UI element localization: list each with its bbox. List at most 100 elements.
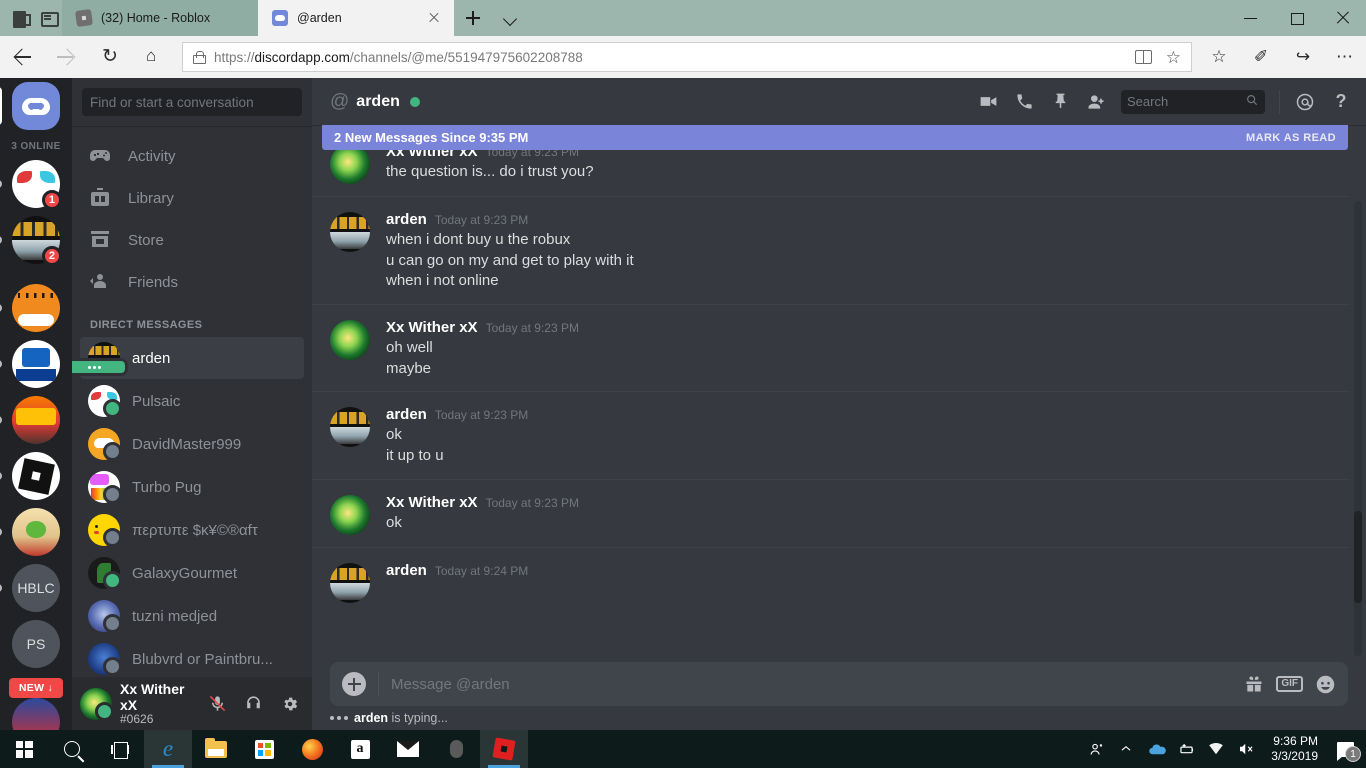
dm-item-pulsaic[interactable]: Pulsaic: [80, 380, 304, 422]
message-author[interactable]: Xx Wither xX: [386, 319, 478, 336]
web-notes-icon[interactable]: ✐: [1240, 36, 1282, 78]
sidebar-item-store[interactable]: Store: [80, 219, 304, 261]
show-hidden-icons-icon[interactable]: [1111, 730, 1141, 768]
favorites-hub-icon[interactable]: ☆: [1198, 36, 1240, 78]
close-window-button[interactable]: [1320, 0, 1366, 36]
reading-view-icon[interactable]: [1134, 50, 1152, 64]
search-button[interactable]: [48, 730, 96, 768]
message-scrollbar[interactable]: [1354, 201, 1362, 656]
onedrive-icon[interactable]: [1141, 730, 1171, 768]
home-button[interactable]: ⌂: [132, 36, 176, 78]
tab-discord[interactable]: @arden: [258, 0, 454, 36]
rail-server-hblc[interactable]: HBLC: [0, 564, 60, 612]
gift-icon[interactable]: [1244, 674, 1264, 694]
address-bar[interactable]: https://discordapp.com/channels/@me/5519…: [182, 42, 1192, 72]
roblox-taskbar-button[interactable]: [480, 730, 528, 768]
wifi-icon[interactable]: [1201, 730, 1231, 768]
plus-icon[interactable]: [342, 672, 366, 696]
gif-button[interactable]: GIF: [1276, 676, 1303, 692]
user-panel: Xx Wither xX #0626: [72, 677, 312, 730]
typing-text: arden is typing...: [354, 711, 448, 725]
firefox-taskbar-button[interactable]: [288, 730, 336, 768]
amazon-taskbar-button[interactable]: a: [336, 730, 384, 768]
action-center-button[interactable]: 1: [1328, 730, 1362, 768]
rail-server-battle-legion[interactable]: [0, 396, 60, 444]
rail-server-ps[interactable]: PS: [12, 620, 60, 668]
sidebar-item-activity[interactable]: Activity: [80, 135, 304, 177]
favorite-star-icon[interactable]: ☆: [1166, 49, 1181, 66]
help-icon[interactable]: ?: [1326, 87, 1356, 117]
maximize-button[interactable]: [1274, 0, 1320, 36]
message-composer[interactable]: Message @arden GIF: [330, 662, 1348, 706]
lock-icon: [193, 50, 206, 64]
message-header: Xx Wither xX Today at 9:23 PM: [386, 494, 1332, 511]
avatar[interactable]: [80, 687, 114, 721]
mail-taskbar-button[interactable]: [384, 730, 432, 768]
headphones-icon[interactable]: [240, 688, 268, 720]
refresh-button[interactable]: ↻: [88, 36, 132, 78]
sidebar-item-library[interactable]: Library: [80, 177, 304, 219]
sidebar-item-friends[interactable]: Friends: [80, 261, 304, 303]
dm-item-arden[interactable]: arden: [72, 337, 304, 379]
dm-search-wrapper: Find or start a conversation: [72, 78, 312, 126]
new-messages-bar[interactable]: 2 New Messages Since 9:35 PM MARK AS REA…: [322, 125, 1348, 150]
dm-item-galaxygourmet[interactable]: GalaxyGourmet: [80, 552, 304, 594]
discord-home-icon[interactable]: [12, 82, 60, 130]
battery-icon[interactable]: [1171, 730, 1201, 768]
close-tab-icon[interactable]: [426, 10, 442, 26]
rail-server-roblox[interactable]: [0, 452, 60, 500]
microsoft-store-taskbar-button[interactable]: [240, 730, 288, 768]
scrollbar-thumb[interactable]: [1354, 511, 1362, 603]
rail-dm-pulsaic[interactable]: 1: [0, 160, 62, 210]
share-icon[interactable]: ↪: [1282, 36, 1324, 78]
mentions-icon[interactable]: [1290, 87, 1320, 117]
dm-item-turbo-pug[interactable]: Turbo Pug: [80, 466, 304, 508]
edge-taskbar-button[interactable]: e: [144, 730, 192, 768]
emoji-icon[interactable]: [1315, 674, 1336, 695]
rail-server-frog[interactable]: [0, 508, 60, 556]
microphone-muted-icon[interactable]: [203, 688, 231, 720]
pinned-messages-icon[interactable]: [1045, 87, 1075, 117]
message-author[interactable]: arden: [386, 406, 427, 423]
add-friend-icon[interactable]: [1081, 87, 1111, 117]
dm-item-tuzni-medjed[interactable]: tuzni medjed: [80, 595, 304, 637]
header-divider: [1279, 89, 1280, 114]
file-explorer-taskbar-button[interactable]: [192, 730, 240, 768]
task-view-button[interactable]: [96, 730, 144, 768]
clock[interactable]: 9:36 PM 3/3/2019: [1261, 734, 1328, 764]
message-author[interactable]: arden: [386, 211, 427, 228]
minimize-button[interactable]: [1228, 0, 1274, 36]
volume-muted-icon[interactable]: [1231, 730, 1261, 768]
search-input[interactable]: Search: [1121, 89, 1265, 114]
dm-item-davidmaster999[interactable]: DavidMaster999: [80, 423, 304, 465]
voice-call-icon[interactable]: [1009, 87, 1039, 117]
new-tab-button[interactable]: [454, 0, 492, 36]
tabs-aside-icon[interactable]: [12, 9, 31, 28]
message-author[interactable]: arden: [386, 562, 427, 579]
dm-item-blubvrd[interactable]: Blubvrd or Paintbru...: [80, 638, 304, 677]
rail-server-tiger[interactable]: [0, 284, 60, 332]
dm-item-pertupe[interactable]: περτυπε $κ¥©®αfτ: [80, 509, 304, 551]
find-conversation-input[interactable]: Find or start a conversation: [82, 88, 302, 116]
back-button[interactable]: [0, 36, 44, 78]
message-timestamp: Today at 9:23 PM: [485, 495, 579, 510]
video-call-icon[interactable]: [973, 87, 1003, 117]
people-icon[interactable]: [1081, 730, 1111, 768]
tab-menu-chevron-down-icon[interactable]: [492, 0, 530, 36]
unknown-taskbar-button[interactable]: [432, 730, 480, 768]
more-settings-icon[interactable]: ⋯: [1324, 36, 1366, 78]
set-tabs-aside-icon[interactable]: [40, 9, 59, 27]
message-author[interactable]: Xx Wither xX: [386, 494, 478, 511]
mark-as-read-button[interactable]: MARK AS READ: [1246, 132, 1336, 144]
forward-button[interactable]: [44, 36, 88, 78]
gear-icon[interactable]: [276, 688, 304, 720]
message-list[interactable]: Xx Wither xX Today at 9:23 PM the questi…: [312, 125, 1366, 662]
rail-server-wikia[interactable]: [0, 340, 60, 388]
start-button[interactable]: [0, 730, 48, 768]
rail-dm-arden[interactable]: 2: [0, 216, 62, 266]
new-servers-pill[interactable]: NEW ↓: [8, 678, 64, 698]
rail-server-partial[interactable]: [12, 698, 60, 730]
message-input[interactable]: Message @arden: [378, 671, 1232, 697]
tab-roblox[interactable]: (32) Home - Roblox: [62, 0, 258, 36]
home-button[interactable]: [0, 82, 60, 130]
